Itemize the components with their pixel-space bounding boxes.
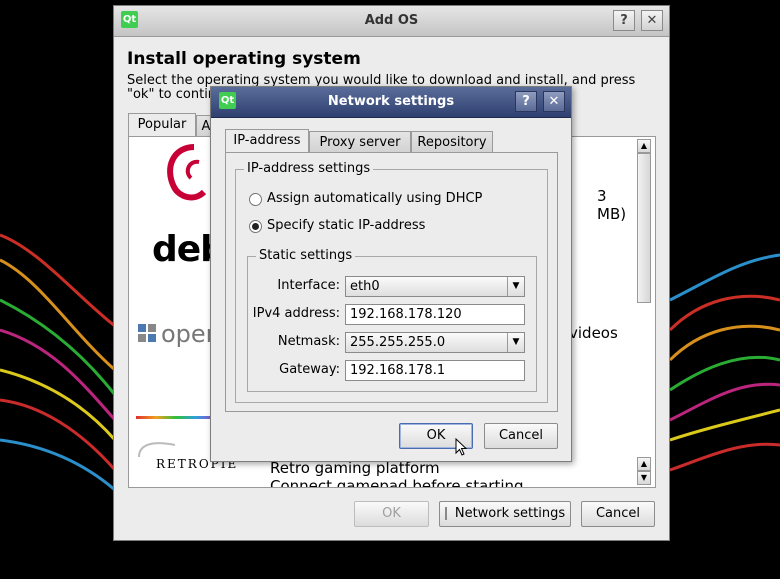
interface-select[interactable]: eth0 ▼: [345, 276, 525, 297]
ipv4-field[interactable]: 192.168.178.120: [345, 304, 525, 325]
add-os-titlebar[interactable]: Qt Add OS ? ✕: [114, 6, 669, 37]
tab-repository[interactable]: Repository: [411, 131, 493, 153]
ok-button[interactable]: OK: [354, 501, 429, 527]
list-item-info: 3 MB): [597, 187, 627, 223]
openelec-logo-icon: [138, 324, 156, 342]
ipv4-label: IPv4 address:: [252, 306, 340, 321]
list-item-info: videos: [569, 324, 618, 342]
static-ip-radio[interactable]: [249, 220, 262, 233]
gateway-field[interactable]: 192.168.178.1: [345, 360, 525, 381]
chevron-down-icon: ▼: [507, 333, 524, 352]
help-button[interactable]: ?: [613, 10, 635, 31]
netmask-select[interactable]: 255.255.255.0 ▼: [345, 332, 525, 353]
mouse-pointer-icon: [455, 438, 468, 456]
retropie-logo-icon: [138, 442, 176, 458]
tab-ip-address[interactable]: IP-address: [225, 129, 309, 153]
network-cancel-button[interactable]: Cancel: [484, 423, 558, 449]
chevron-down-icon: ▼: [507, 277, 524, 296]
cancel-button[interactable]: Cancel: [581, 501, 655, 527]
close-button[interactable]: ✕: [543, 91, 565, 112]
scroll-down-button[interactable]: ▼: [637, 471, 651, 485]
gateway-label: Gateway:: [279, 362, 340, 377]
network-settings-titlebar[interactable]: Qt Network settings ? ✕: [211, 87, 571, 118]
add-os-title: Add OS: [364, 13, 419, 28]
static-ip-label[interactable]: Specify static IP-address: [267, 218, 425, 233]
network-settings-button[interactable]: Network settings: [439, 501, 571, 527]
ip-settings-group: IP-address settings Assign automatically…: [235, 161, 548, 403]
group-title: IP-address settings: [244, 161, 374, 176]
tab-popular[interactable]: Popular: [128, 113, 196, 137]
help-button[interactable]: ?: [515, 91, 537, 112]
scroll-up-button[interactable]: ▲: [637, 457, 651, 471]
netmask-label: Netmask:: [277, 334, 340, 349]
dhcp-label[interactable]: Assign automatically using DHCP: [267, 191, 482, 206]
network-icon: [444, 507, 447, 520]
scroll-up-button[interactable]: ▲: [637, 139, 651, 153]
dhcp-radio[interactable]: [249, 193, 262, 206]
page-heading: Install operating system: [127, 49, 361, 69]
list-divider: [136, 416, 216, 419]
netmask-value: 255.255.255.0: [350, 335, 446, 350]
tab-proxy-server[interactable]: Proxy server: [309, 131, 411, 153]
network-settings-dialog: Qt Network settings ? ✕ IP-address Proxy…: [210, 86, 572, 462]
network-settings-label: Network settings: [454, 506, 566, 521]
close-button[interactable]: ✕: [641, 10, 663, 31]
static-settings-group: Static settings Interface: eth0 ▼ IPv4 a…: [247, 248, 537, 392]
interface-label: Interface:: [277, 278, 340, 293]
list-item-info: Connect gamepad before starting: [270, 477, 524, 488]
list-item-logo-text: oper: [161, 320, 216, 348]
tab-panel: IP-address settings Assign automatically…: [225, 152, 558, 412]
scrollbar-thumb[interactable]: [637, 153, 651, 303]
interface-value: eth0: [350, 279, 380, 294]
group-title: Static settings: [256, 248, 356, 263]
